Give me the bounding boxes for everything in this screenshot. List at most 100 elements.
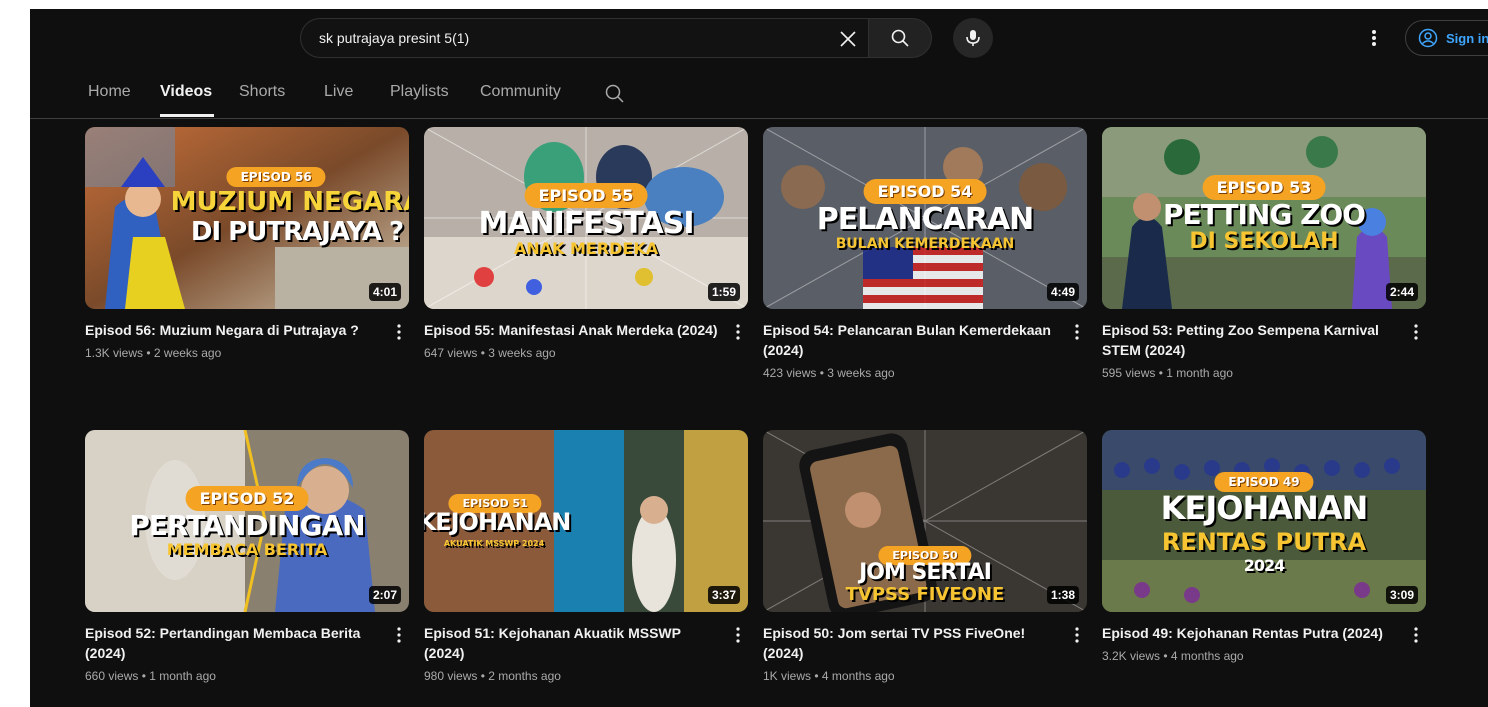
video-duration: 3:09: [1385, 586, 1418, 604]
video-title[interactable]: Episod 56: Muzium Negara di Putrajaya ?: [85, 320, 385, 340]
more-vertical-icon: [736, 627, 740, 643]
more-vertical-icon: [1414, 324, 1418, 340]
video-meta: Episod 51: Kejohanan Akuatik MSSWP (2024…: [424, 623, 724, 683]
video-thumbnail[interactable]: EPISOD 55 MANIFESTASI ANAK MERDEKA 1:59: [424, 127, 748, 309]
video-title[interactable]: Episod 54: Pelancaran Bulan Kemerdekaan …: [763, 320, 1063, 360]
thumbnail-line2: ANAK MERDEKA: [513, 239, 659, 258]
video-stats: 423 views • 3 weeks ago: [763, 366, 895, 380]
thumbnail-line2: BULAN KEMERDEKAAN: [835, 236, 1015, 252]
thumbnail-line2: DI PUTRAJAYA ?: [190, 217, 404, 247]
video-menu-button[interactable]: [728, 320, 748, 344]
video-menu-button[interactable]: [1406, 623, 1426, 647]
thumbnail-line1: KEJOHANAN: [1160, 489, 1369, 527]
video-meta: Episod 50: Jom sertai TV PSS FiveOne! (2…: [763, 623, 1063, 683]
thumbnail-line1: PELANCARAN: [816, 202, 1035, 237]
video-meta: Episod 55: Manifestasi Anak Merdeka (202…: [424, 320, 724, 360]
more-vertical-icon: [1075, 324, 1079, 340]
more-vertical-icon: [397, 627, 401, 643]
top-bar: sk putrajaya presint 5(1) Sign in: [30, 9, 1488, 67]
thumbnail-episode-tag: EPISOD 52: [185, 486, 309, 511]
tab-home[interactable]: Home: [88, 83, 131, 101]
thumbnail-line1: KEJOHANAN: [424, 508, 571, 536]
more-vertical-icon: [397, 324, 401, 340]
active-tab-indicator: [160, 114, 214, 117]
video-menu-button[interactable]: [1067, 320, 1087, 344]
settings-menu-button[interactable]: [1360, 24, 1388, 52]
thumbnail-line2: MEMBACA BERITA: [166, 540, 328, 559]
video-menu-button[interactable]: [1406, 320, 1426, 344]
video-stats: 980 views • 2 months ago: [424, 669, 561, 683]
account-icon: [1418, 28, 1438, 48]
video-duration: 4:01: [368, 283, 401, 301]
video-menu-button[interactable]: [1067, 623, 1087, 647]
youtube-channel-page: sk putrajaya presint 5(1) Sign in Home V…: [30, 9, 1488, 707]
video-title[interactable]: Episod 51: Kejohanan Akuatik MSSWP (2024…: [424, 623, 724, 663]
video-title[interactable]: Episod 52: Pertandingan Membaca Berita (…: [85, 623, 385, 663]
channel-tabs: Home Videos Shorts Live Playlists Commun…: [30, 67, 1488, 119]
video-title[interactable]: Episod 55: Manifestasi Anak Merdeka (202…: [424, 320, 724, 340]
video-menu-button[interactable]: [389, 623, 409, 647]
video-stats: 595 views • 1 month ago: [1102, 366, 1233, 380]
tab-live[interactable]: Live: [324, 83, 353, 101]
close-icon: [840, 31, 856, 47]
thumbnail-line1: PERTANDINGAN: [129, 509, 365, 542]
video-thumbnail[interactable]: EPISOD 52 PERTANDINGAN MEMBACA BERITA 2:…: [85, 430, 409, 612]
search-query-text[interactable]: sk putrajaya presint 5(1): [319, 30, 469, 46]
video-duration: 4:49: [1046, 283, 1079, 301]
thumbnail-line1: MANIFESTASI: [478, 206, 694, 241]
video-thumbnail[interactable]: EPISOD 54 PELANCARAN BULAN KEMERDEKAAN 4…: [763, 127, 1087, 309]
video-thumbnail[interactable]: EPISOD 53 PETTING ZOO DI SEKOLAH 2:44: [1102, 127, 1426, 309]
video-stats: 647 views • 3 weeks ago: [424, 346, 556, 360]
tab-videos[interactable]: Videos: [160, 83, 212, 101]
tab-playlists[interactable]: Playlists: [390, 83, 449, 101]
thumbnail-line1: PETTING ZOO: [1163, 198, 1366, 231]
video-duration: 3:37: [707, 586, 740, 604]
sign-in-button[interactable]: Sign in: [1405, 20, 1488, 56]
video-menu-button[interactable]: [389, 320, 409, 344]
video-stats: 1K views • 4 months ago: [763, 669, 895, 683]
video-thumbnail[interactable]: EPISOD 51 KEJOHANAN AKUATIK MSSWP 2024 3…: [424, 430, 748, 612]
clear-search-button[interactable]: [834, 25, 862, 53]
video-duration: 2:07: [368, 586, 401, 604]
thumbnail-line1: MUZIUM NEGARA: [170, 187, 409, 217]
video-stats: 3.2K views • 4 months ago: [1102, 649, 1244, 663]
video-title[interactable]: Episod 53: Petting Zoo Sempena Karnival …: [1102, 320, 1402, 360]
search-input[interactable]: sk putrajaya presint 5(1): [300, 18, 868, 58]
more-vertical-icon: [1075, 627, 1079, 643]
search-button[interactable]: [868, 18, 932, 58]
video-stats: 660 views • 1 month ago: [85, 669, 216, 683]
more-vertical-icon: [736, 324, 740, 340]
sign-in-label: Sign in: [1446, 30, 1488, 46]
video-meta: Episod 56: Muzium Negara di Putrajaya ? …: [85, 320, 385, 360]
video-title[interactable]: Episod 50: Jom sertai TV PSS FiveOne! (2…: [763, 623, 1063, 663]
video-duration: 1:59: [707, 283, 740, 301]
more-vertical-icon: [1372, 30, 1376, 46]
video-meta: Episod 52: Pertandingan Membaca Berita (…: [85, 623, 385, 683]
video-menu-button[interactable]: [728, 623, 748, 647]
channel-search-icon[interactable]: [603, 82, 627, 106]
thumbnail-line2: AKUATIK MSSWP 2024: [443, 539, 545, 548]
more-vertical-icon: [1414, 627, 1418, 643]
microphone-icon: [966, 30, 980, 46]
video-meta: Episod 49: Kejohanan Rentas Putra (2024)…: [1102, 623, 1402, 663]
video-title[interactable]: Episod 49: Kejohanan Rentas Putra (2024): [1102, 623, 1402, 643]
thumbnail-episode-tag: EPISOD 56: [226, 167, 326, 187]
search-icon: [891, 29, 909, 47]
voice-search-button[interactable]: [953, 18, 993, 58]
video-meta: Episod 53: Petting Zoo Sempena Karnival …: [1102, 320, 1402, 380]
thumbnail-line2: DI SEKOLAH: [1189, 229, 1339, 254]
video-thumbnail[interactable]: EPISOD 50 JOM SERTAI TVPSS FIVEONE 1:38: [763, 430, 1087, 612]
video-meta: Episod 54: Pelancaran Bulan Kemerdekaan …: [763, 320, 1063, 380]
thumbnail-episode-tag: EPISOD 55: [524, 183, 648, 208]
thumbnail-line3: 2024: [1243, 556, 1286, 575]
thumbnail-line2: RENTAS PUTRA: [1161, 528, 1367, 556]
thumbnail-episode-tag: EPISOD 54: [863, 179, 987, 204]
tab-shorts[interactable]: Shorts: [239, 83, 285, 101]
video-thumbnail[interactable]: EPISOD 56 MUZIUM NEGARA DI PUTRAJAYA ? 4…: [85, 127, 409, 309]
tab-community[interactable]: Community: [480, 83, 561, 101]
video-stats: 1.3K views • 2 weeks ago: [85, 346, 222, 360]
thumbnail-line1: JOM SERTAI: [859, 560, 992, 585]
video-duration: 2:44: [1385, 283, 1418, 301]
video-duration: 1:38: [1046, 586, 1079, 604]
video-thumbnail[interactable]: EPISOD 49 KEJOHANAN RENTAS PUTRA 2024 3:…: [1102, 430, 1426, 612]
